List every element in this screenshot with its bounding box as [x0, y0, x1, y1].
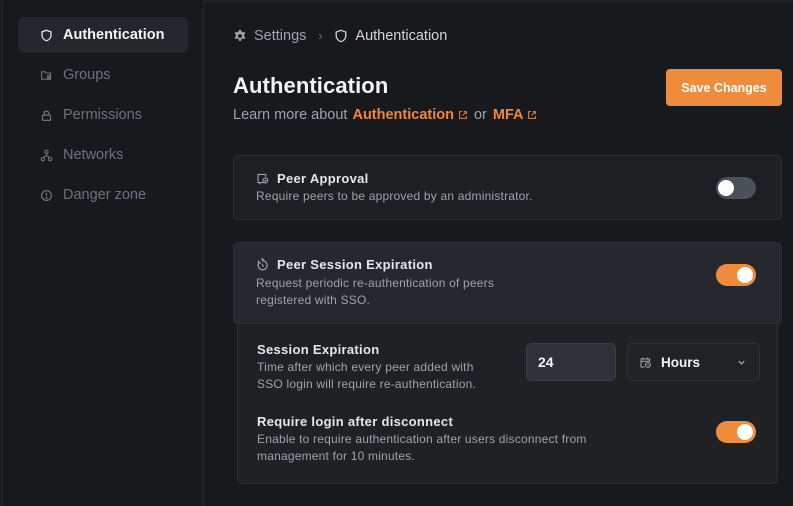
session-expiration-value-input[interactable] — [526, 343, 616, 381]
folder-user-icon — [39, 68, 53, 82]
session-expiration-description: Time after which every peer added with S… — [257, 359, 476, 393]
title-text: Peer Approval — [277, 171, 369, 186]
sidebar-item-label: Authentication — [63, 27, 165, 43]
desc-line: SSO login will require re-authentication… — [257, 377, 476, 391]
timer-reset-icon — [256, 258, 269, 271]
calendar-clock-icon — [639, 356, 652, 369]
peer-approval-description: Require peers to be approved by an admin… — [256, 189, 533, 203]
breadcrumb-current: Authentication — [355, 28, 448, 44]
desc-line: management for 10 minutes. — [257, 449, 415, 463]
peer-session-expiration-card: Peer Session Expiration Request periodic… — [233, 242, 782, 324]
peer-session-expiration-description: Request periodic re-authentication of pe… — [256, 275, 494, 309]
left-edge — [0, 0, 3, 506]
device-check-icon — [256, 172, 269, 185]
title-text: Session Expiration — [257, 342, 380, 357]
app-root: Authentication Groups Permissions Networ… — [0, 0, 793, 506]
sidebar-item-networks[interactable]: Networks — [18, 137, 188, 173]
breadcrumb-separator: › — [318, 29, 323, 43]
session-expiration-title: Session Expiration — [257, 342, 379, 357]
sidebar-item-authentication[interactable]: Authentication — [18, 17, 188, 53]
peer-approval-title: Peer Approval — [256, 171, 369, 186]
sidebar: Authentication Groups Permissions Networ… — [4, 0, 204, 506]
peer-approval-card: Peer Approval Require peers to be approv… — [233, 155, 782, 220]
gear-icon — [233, 29, 247, 43]
network-icon — [39, 148, 53, 162]
lock-icon — [39, 108, 53, 122]
alert-circle-icon — [39, 188, 53, 202]
sidebar-item-label: Permissions — [63, 107, 142, 123]
link-label: Authentication — [352, 107, 454, 123]
session-expiration-unit-select[interactable]: Hours — [627, 343, 760, 381]
toggle-knob — [718, 180, 734, 196]
breadcrumb: Settings › Authentication — [233, 26, 447, 46]
page-subtitle: Learn more about Authentication or MFA — [233, 107, 543, 123]
title-text: Require login after disconnect — [257, 414, 454, 429]
mfa-docs-link[interactable]: MFA — [493, 107, 524, 123]
sidebar-item-groups[interactable]: Groups — [18, 57, 188, 93]
sidebar-item-label: Groups — [63, 67, 111, 83]
sidebar-item-label: Networks — [63, 147, 124, 163]
shield-icon — [39, 28, 53, 42]
desc-line: registered with SSO. — [256, 293, 371, 307]
peer-session-expiration-title: Peer Session Expiration — [256, 257, 433, 272]
toggle-knob — [737, 424, 753, 440]
authentication-docs-link[interactable]: Authentication — [352, 107, 454, 123]
toggle-knob — [737, 267, 753, 283]
shield-icon — [334, 29, 348, 43]
title-text: Peer Session Expiration — [277, 257, 433, 272]
sidebar-item-danger-zone[interactable]: Danger zone — [18, 177, 188, 213]
desc-line: Enable to require authentication after u… — [257, 432, 587, 446]
desc-line: Time after which every peer added with — [257, 360, 474, 374]
select-value: Hours — [661, 354, 701, 370]
sidebar-item-permissions[interactable]: Permissions — [18, 97, 188, 133]
save-changes-button[interactable]: Save Changes — [666, 69, 782, 106]
peer-session-expiration-toggle[interactable] — [716, 264, 756, 286]
desc-line: Request periodic re-authentication of pe… — [256, 276, 495, 290]
chevron-down-icon — [738, 360, 745, 365]
subtitle-lead: Learn more about — [233, 107, 348, 123]
require-login-toggle[interactable] — [716, 421, 756, 443]
external-link-icon — [528, 111, 537, 119]
link-label: MFA — [492, 107, 524, 123]
sidebar-item-label: Danger zone — [63, 187, 147, 203]
peer-approval-toggle[interactable] — [716, 177, 756, 199]
page-title: Authentication — [233, 73, 389, 98]
require-login-description: Enable to require authentication after u… — [257, 431, 587, 465]
require-login-title: Require login after disconnect — [257, 414, 453, 429]
external-link-icon — [459, 111, 467, 119]
subtitle-or: or — [473, 107, 487, 123]
breadcrumb-settings[interactable]: Settings — [254, 28, 306, 44]
